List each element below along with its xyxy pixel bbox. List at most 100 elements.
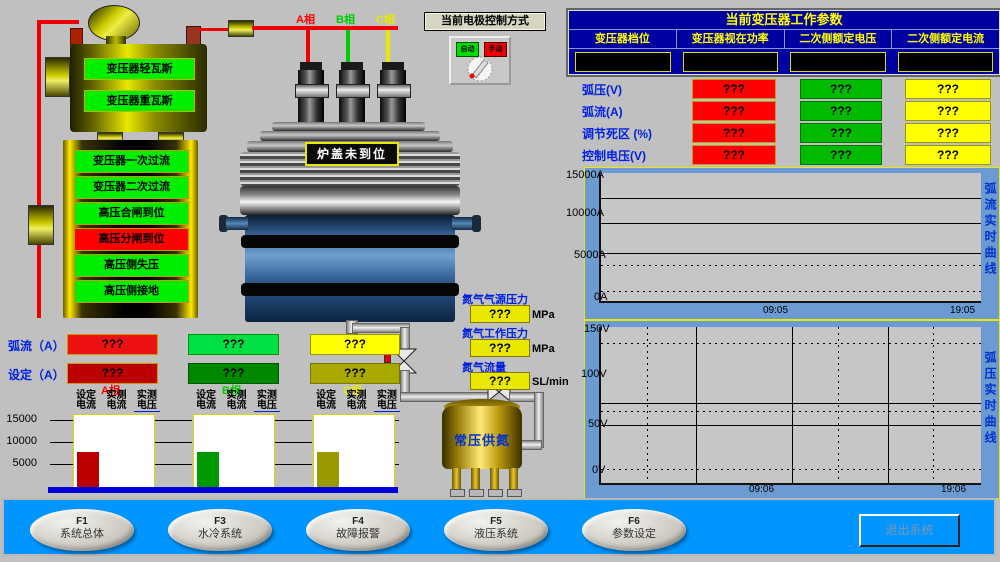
furnace-lid-band [272,122,425,131]
nav-label: 参数设定 [582,528,686,540]
alarm-indicator: 变压器二次过流 [74,176,189,199]
phase-bus [252,26,398,30]
bar-col-header: 实测电流 [223,391,249,411]
hmi-screen: 变压器轻瓦斯 变压器重瓦斯 变压器一次过流 变压器二次过流 高压合闸到位 高压分… [0,0,1000,562]
tank-leg [452,468,461,491]
bar-baseline [48,487,398,493]
scale-tick [154,442,192,443]
x-tick: 09:06 [749,484,774,495]
y-tick: 50V [588,418,608,430]
phase-c-label: C相 [376,11,395,27]
x-tick: 19:05 [950,305,975,316]
arc-voltage-c: ??? [905,79,991,99]
n2-source-pressure-unit: MPa [532,309,555,321]
control-voltage-b: ??? [800,145,882,165]
tank-foot [469,489,484,497]
scale-tick [50,420,73,421]
alarm-indicator: 高压分闸到位 [74,228,189,251]
bar-column-headers: 设定电流 实测电流 实测电压 [313,391,400,412]
alarm-indicator: 高压侧失压 [74,254,189,277]
bar-scale-10000: 10000 [3,435,37,447]
furnace-lid-band [260,131,440,141]
y-tick: 150V [584,323,610,335]
nav-f4-fault-alarm[interactable]: F4 故障报警 [306,509,410,551]
electrode-control-panel: 自动 手动 [449,36,511,85]
col-header: 变压器档位 [569,30,677,48]
electrode-collar [377,84,411,98]
scale-tick [274,420,312,421]
nav-f5-hydraulic-system[interactable]: F5 液压系统 [444,509,548,551]
scale-tick [154,464,192,465]
arc-current-a: ??? [692,101,776,121]
n2-source-pressure-value: ??? [470,305,530,323]
furnace-band [241,283,459,296]
control-voltage-label: 控制电压(V) [582,147,646,164]
nav-key: F5 [444,516,548,528]
furnace-body [245,215,455,322]
alarm-indicator: 高压合闸到位 [74,202,189,225]
y-tick: 10000A [566,207,604,219]
tank-leg [490,468,499,491]
n2-flow-unit: SL/min [532,376,569,388]
feeder-line [37,20,41,318]
bar-col-header: 实测电压 [254,391,280,412]
phase-b-label: B相 [336,11,355,27]
y-tick: 15000A [566,169,604,181]
nav-key: F4 [306,516,410,528]
scale-tick [154,420,192,421]
isolator-box [28,205,54,245]
arc-voltage-a: ??? [692,79,776,99]
n2-working-pressure-unit: MPa [532,343,555,355]
phase-bar [77,452,99,488]
tank-foot [488,489,503,497]
arc-current-phase-b: ??? [188,334,279,355]
param-value [683,52,779,72]
deadband-label: 调节死区 (%) [582,125,652,142]
electrode-collar [295,84,329,98]
exit-system-button[interactable]: 退出系统 [859,514,960,547]
col-header: 二次侧额定电流 [892,30,999,48]
bar-scale-15000: 15000 [3,413,37,425]
mode-selector-knob[interactable] [464,55,496,88]
setpoint-row-label: 设定（A） [8,366,65,383]
bar-col-header: 设定电流 [313,391,339,411]
x-tick: 09:05 [763,305,788,316]
nav-key: F1 [30,516,134,528]
transformer-params-table: 当前变压器工作参数 变压器档位 变压器视在功率 二次侧额定电压 二次侧额定电流 [568,10,1000,75]
n2-flow-value: ??? [470,372,530,390]
arc-current-trend-title: 弧流实时曲线 [982,182,999,312]
bar-col-header: 实测电流 [343,391,369,411]
furnace-nozzle-right [452,217,474,230]
nav-f1-system-overview[interactable]: F1 系统总体 [30,509,134,551]
alarm-indicator: 变压器一次过流 [74,150,189,173]
phase-bar [197,452,219,488]
hv-line [199,28,229,31]
furnace-band [241,235,459,248]
transformer-gas-indicator: 变压器重瓦斯 [84,90,195,112]
nav-f3-water-cooling[interactable]: F3 水冷系统 [168,509,272,551]
arc-voltage-b: ??? [800,79,882,99]
bar-col-header: 实测电压 [134,391,160,412]
tank-leg [471,468,480,491]
y-tick: 5000A [574,249,606,261]
arc-voltage-label: 弧压(V) [582,81,622,98]
trend-plot-area [599,327,981,485]
bar-col-header: 实测电流 [103,391,129,411]
arc-voltage-trend-chart: 弧压实时曲线 09:06 19:06 [584,320,1000,499]
y-tick: 100V [581,368,607,380]
col-header: 变压器视在功率 [677,30,785,48]
scale-tick [50,442,73,443]
nitrogen-tank-label: 常压供氮 [442,430,522,449]
y-tick: 0A [594,291,607,303]
electrode-collar [336,84,370,98]
arc-current-label: 弧流(A) [582,103,623,120]
params-table-title: 当前变压器工作参数 [569,11,999,30]
bar-panel-b [193,414,275,490]
col-header: 二次侧额定电压 [785,30,893,48]
nav-f6-parameter-setting[interactable]: F6 参数设定 [582,509,686,551]
param-value [790,52,886,72]
bar-panel-c [313,414,395,490]
bar-column-headers: 设定电流 实测电流 实测电压 [193,391,280,412]
scale-tick [50,464,73,465]
bar-col-header: 实测电压 [374,391,400,412]
